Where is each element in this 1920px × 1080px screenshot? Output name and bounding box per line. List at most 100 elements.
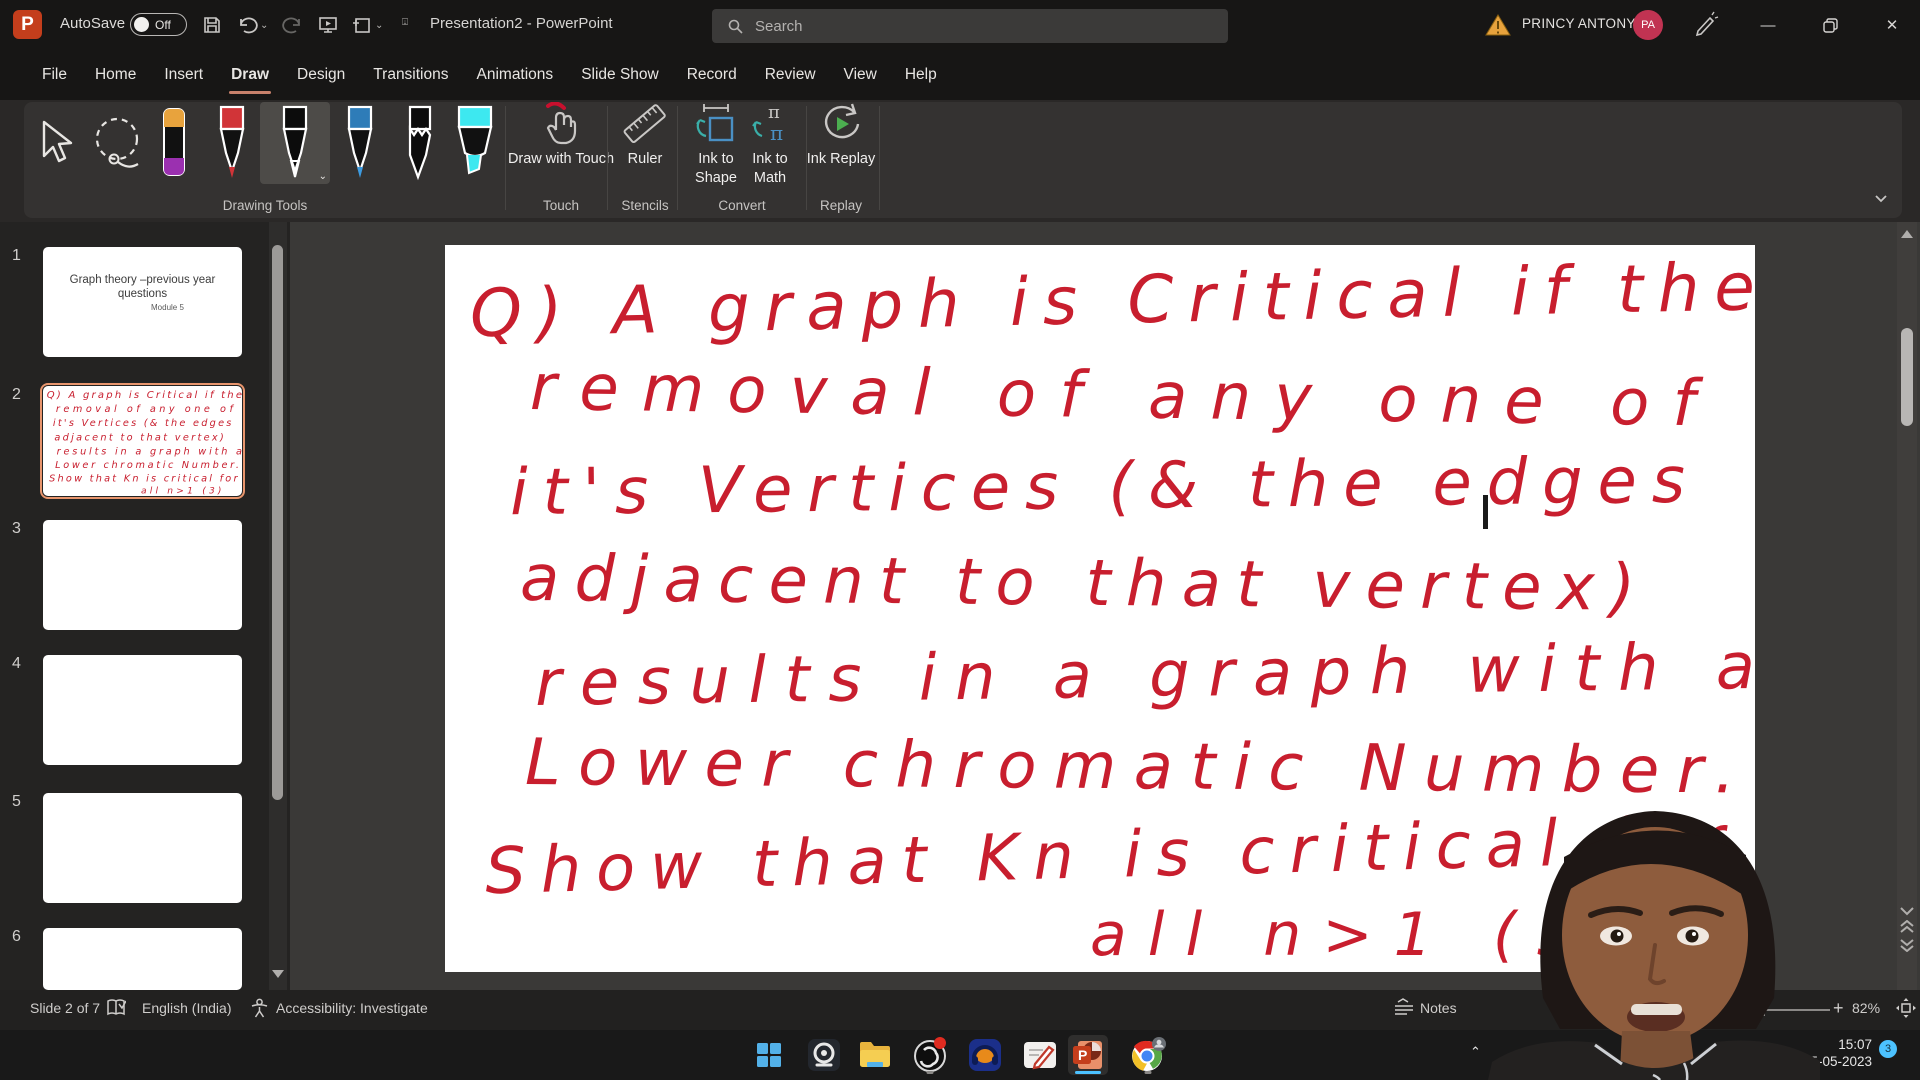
audio-app-icon (968, 1038, 1002, 1072)
taskbar-clock[interactable]: 15:07 15-05-2023 (1790, 1036, 1872, 1070)
chrome-icon (1129, 1036, 1167, 1074)
close-button[interactable]: ✕ (1869, 0, 1915, 50)
slide-thumbnail-4[interactable] (43, 655, 242, 765)
ink-replay-button[interactable]: Ink Replay (806, 102, 876, 169)
main-scrollbar-thumb[interactable] (1901, 328, 1913, 426)
search-placeholder: Search (755, 18, 803, 35)
whiteboard-app-button[interactable] (1020, 1035, 1060, 1075)
minimize-button[interactable]: — (1745, 0, 1791, 50)
slide-canvas[interactable]: Q) A graph is Critical if the removal of… (445, 245, 1755, 972)
tab-slideshow[interactable]: Slide Show (567, 58, 673, 92)
slide-number-1: 1 (12, 247, 32, 265)
notes-button[interactable]: Notes (1420, 1000, 1457, 1016)
camera-app-button[interactable] (804, 1035, 844, 1075)
slide-indicator[interactable]: Slide 2 of 7 (30, 1000, 100, 1016)
powerpoint-logo-icon[interactable]: P (13, 10, 42, 39)
red-pen-tool[interactable] (206, 104, 258, 182)
start-slideshow-icon[interactable] (312, 9, 344, 41)
tab-draw[interactable]: Draw (217, 58, 283, 92)
slide-thumbnail-2[interactable]: Q) A graph is Critical if the removal of… (43, 386, 242, 496)
clock-date: 15-05-2023 (1790, 1053, 1872, 1070)
next-slide-button[interactable] (1900, 938, 1914, 952)
chrome-button[interactable] (1128, 1035, 1168, 1075)
whats-new-pen-icon[interactable] (1690, 9, 1720, 44)
main-scrollbar[interactable] (1897, 222, 1917, 990)
start-button[interactable] (749, 1035, 789, 1075)
tab-review[interactable]: Review (751, 58, 830, 92)
account-name[interactable]: PRINCY ANTONY (1522, 16, 1636, 31)
pen-options-chevron-icon[interactable]: ⌄ (319, 171, 327, 182)
slide-thumbnail-6[interactable] (43, 928, 242, 990)
tab-help[interactable]: Help (891, 58, 951, 92)
thumbnail-scrollbar-thumb[interactable] (272, 245, 283, 800)
autosave-toggle[interactable]: Off (130, 13, 187, 36)
save-icon[interactable] (196, 9, 228, 41)
svg-text:adjacent to that vertex): adjacent to that vertex) (54, 432, 223, 443)
draw-with-touch-button[interactable]: Draw with Touch (506, 102, 616, 169)
thumbnail-scrollbar[interactable] (269, 222, 287, 990)
lasso-select-tool[interactable] (84, 104, 156, 182)
tab-animations[interactable]: Animations (463, 58, 568, 92)
ink-to-math-icon: ππ (748, 102, 792, 146)
zoom-slider-thumb[interactable] (1742, 999, 1751, 1021)
tab-design[interactable]: Design (283, 58, 359, 92)
spell-check-icon[interactable] (106, 998, 126, 1021)
notification-badge[interactable]: 3 (1879, 1040, 1897, 1058)
ruler-icon (622, 102, 668, 146)
file-explorer-button[interactable] (855, 1035, 895, 1075)
svg-text:Lower chromatic Number.: Lower chromatic Number. (525, 726, 1735, 808)
thumbnail-scroll-down-icon[interactable] (272, 970, 284, 978)
slide-thumbnail-5[interactable] (43, 793, 242, 903)
ink-replay-label: Ink Replay (807, 150, 876, 169)
tab-record[interactable]: Record (673, 58, 751, 92)
warning-icon[interactable] (1485, 13, 1511, 42)
accessibility-status[interactable]: Accessibility: Investigate (276, 1000, 428, 1016)
blue-pen-tool[interactable] (336, 104, 384, 182)
tab-insert[interactable]: Insert (150, 58, 217, 92)
slide-thumbnail-1[interactable]: Graph theory –previous year questions Mo… (43, 247, 242, 357)
zoom-in-icon[interactable]: + (1833, 998, 1844, 1019)
powerpoint-taskbar-button[interactable]: P (1068, 1035, 1108, 1075)
ribbon-tabs: File Home Insert Draw Design Transitions… (0, 50, 1920, 100)
audio-app-button[interactable] (965, 1035, 1005, 1075)
black-pen-tool[interactable]: ⌄ (260, 102, 330, 184)
zoom-slider[interactable] (1700, 1009, 1830, 1011)
svg-text:removal of any one of: removal of any one of (530, 351, 1704, 441)
new-slide-icon[interactable] (346, 9, 378, 41)
svg-text:adjacent to that vertex): adjacent to that vertex) (520, 542, 1636, 626)
search-input[interactable]: Search (712, 9, 1228, 43)
tray-overflow-icon[interactable]: ⌃ (1470, 1044, 1481, 1060)
slide-number-5: 5 (12, 793, 32, 811)
ruler-button[interactable]: Ruler (605, 102, 685, 169)
group-label-replay: Replay (820, 198, 862, 213)
undo-chevron-icon[interactable]: ⌄ (260, 20, 268, 31)
scroll-down-icon[interactable] (1900, 906, 1914, 916)
avatar[interactable]: PA (1633, 10, 1663, 40)
scroll-up-icon[interactable] (1901, 230, 1913, 238)
tab-transitions[interactable]: Transitions (359, 58, 462, 92)
thumb1-title: Graph theory –previous year questions (43, 273, 242, 301)
eraser-tool[interactable] (152, 104, 196, 182)
fit-slide-icon[interactable] (1896, 998, 1916, 1021)
title-bar: P AutoSave Off ⌄ ⌄ ⍗ Presentation2 - Pow… (0, 0, 1920, 50)
select-tool[interactable] (30, 104, 78, 182)
highlighter-tool[interactable] (448, 104, 502, 182)
svg-text:P: P (1078, 1047, 1087, 1063)
accessibility-icon[interactable] (250, 998, 269, 1021)
ink-to-math-button[interactable]: ππ Ink to Math (738, 102, 802, 188)
new-slide-chevron-icon[interactable]: ⌄ (375, 20, 383, 31)
svg-text:Lower chromatic Number.: Lower chromatic Number. (55, 460, 239, 471)
language-status[interactable]: English (India) (142, 1000, 232, 1016)
restore-button[interactable] (1807, 0, 1853, 50)
tab-file[interactable]: File (28, 58, 81, 92)
slide-thumbnail-3[interactable] (43, 520, 242, 630)
tab-view[interactable]: View (830, 58, 891, 92)
pencil-tool[interactable] (394, 104, 446, 182)
collapse-ribbon-icon[interactable] (1872, 192, 1890, 211)
obs-studio-button[interactable] (910, 1035, 950, 1075)
zoom-level[interactable]: 82% (1852, 1000, 1880, 1016)
previous-slide-button[interactable] (1900, 920, 1914, 934)
tab-home[interactable]: Home (81, 58, 150, 92)
powerpoint-window: P AutoSave Off ⌄ ⌄ ⍗ Presentation2 - Pow… (0, 0, 1920, 1080)
qat-overflow-icon[interactable]: ⍗ (402, 17, 408, 28)
